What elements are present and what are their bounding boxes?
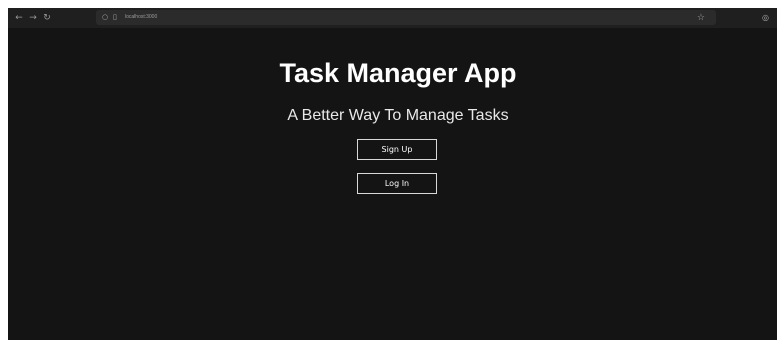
forward-arrow-icon[interactable]: → [26,11,40,25]
bookmark-star-icon[interactable]: ☆ [697,11,705,25]
page-title: Task Manager App [279,58,517,88]
extension-icon[interactable]: ◎ [762,11,769,25]
url-text[interactable]: localhost:3000 [125,10,157,25]
page-content: Task Manager App A Better Way To Manage … [8,28,777,340]
page-subtitle: A Better Way To Manage Tasks [287,107,509,124]
browser-window: ← → ↻ ○ ▯ localhost:3000 ☆ ◎ Task Manage… [8,8,777,340]
back-arrow-icon[interactable]: ← [12,11,26,25]
browser-toolbar: ← → ↻ ○ ▯ localhost:3000 ☆ ◎ [8,8,777,28]
sign-up-button[interactable]: Sign Up [357,139,437,160]
log-in-button[interactable]: Log In [357,173,437,194]
shield-icon: ○ [102,13,109,21]
reload-icon[interactable]: ↻ [40,11,54,25]
page-icon: ▯ [113,13,117,21]
address-bar[interactable]: ○ ▯ localhost:3000 [96,10,716,25]
